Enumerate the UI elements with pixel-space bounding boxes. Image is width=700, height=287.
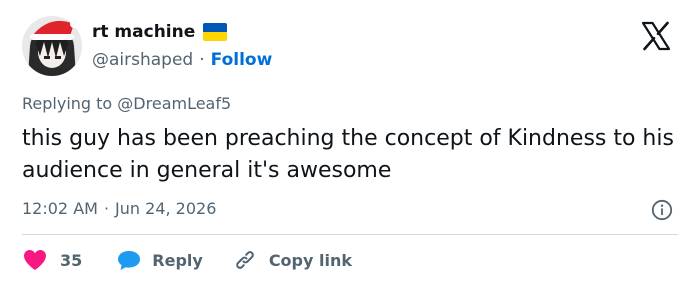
heart-icon	[24, 250, 46, 270]
divider	[22, 234, 678, 235]
reply-context: Replying to @DreamLeaf5	[22, 94, 231, 113]
tweet-timestamp[interactable]: 12:02 AM · Jun 24, 2026	[22, 199, 216, 218]
avatar[interactable]	[22, 16, 82, 76]
author-display-name[interactable]: rt machine	[92, 22, 195, 42]
flag-stripe-yellow	[203, 32, 228, 41]
like-button[interactable]: 35	[22, 248, 82, 272]
reply-label: Reply	[152, 250, 203, 270]
info-icon[interactable]	[651, 199, 673, 221]
copy-link-button[interactable]: Copy link	[233, 248, 352, 272]
author-name-row: rt machine	[92, 20, 228, 44]
author-handle-row: @airshaped · Follow	[92, 48, 272, 72]
like-count: 35	[60, 250, 83, 270]
flag-stripe-blue	[203, 23, 228, 32]
reply-context-mention[interactable]: @DreamLeaf5	[117, 94, 231, 113]
reply-context-prefix: Replying to	[22, 94, 113, 113]
copy-link-label: Copy link	[268, 250, 352, 270]
tweet-date: Jun 24, 2026	[115, 199, 217, 218]
author-handle[interactable]: @airshaped	[92, 50, 193, 70]
avatar-image	[22, 16, 82, 76]
link-icon	[235, 251, 254, 269]
speech-bubble-icon	[118, 251, 141, 270]
tweet-time: 12:02 AM	[22, 199, 98, 218]
x-logo-icon[interactable]	[640, 20, 672, 52]
ukraine-flag-icon	[203, 23, 228, 41]
timestamp-separator: ·	[103, 199, 110, 218]
follow-button[interactable]: Follow	[211, 50, 273, 70]
reply-button[interactable]: Reply	[116, 248, 203, 272]
tweet-text: this guy has been preaching the concept …	[22, 126, 674, 183]
tweet-actions: 35 Reply Copy link	[22, 247, 352, 273]
handle-separator: ·	[199, 50, 205, 70]
